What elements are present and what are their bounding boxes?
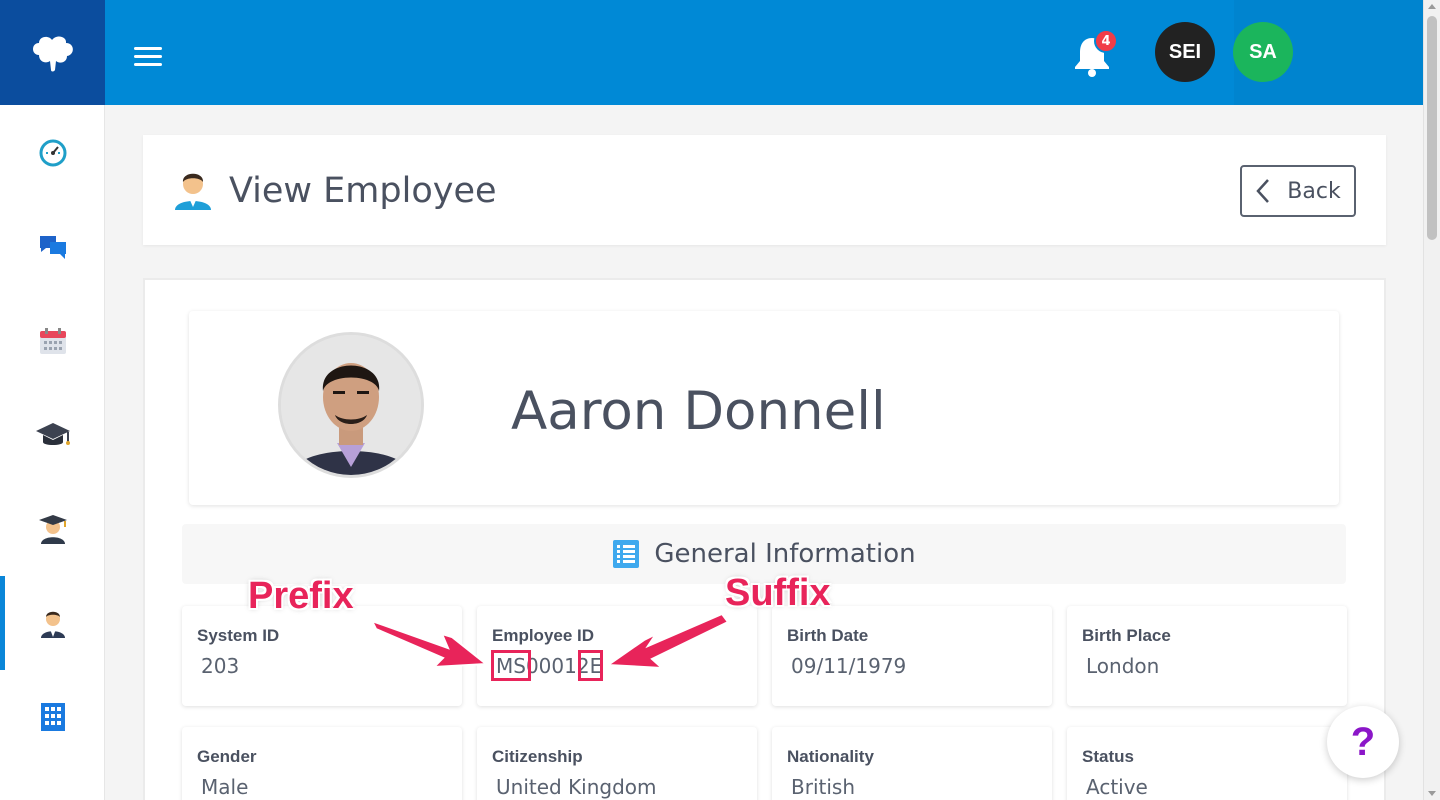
scroll-up-arrow-icon[interactable]	[1428, 4, 1436, 9]
menu-toggle-button[interactable]	[134, 47, 162, 67]
field-value: United Kingdom	[496, 775, 657, 799]
field-birth-place: Birth Place London	[1067, 606, 1347, 706]
field-birth-date: Birth Date 09/11/1979	[772, 606, 1052, 706]
scroll-down-arrow-icon[interactable]	[1428, 791, 1436, 796]
dashboard-gauge-icon	[39, 139, 66, 167]
page-title: View Employee	[229, 171, 497, 211]
scroll-thumb[interactable]	[1427, 16, 1437, 240]
section-title: General Information	[654, 539, 916, 569]
field-value: British	[791, 775, 855, 799]
employee-icon	[40, 611, 65, 638]
building-icon	[40, 703, 65, 731]
sidebar-item-calendar[interactable]	[0, 294, 105, 388]
field-status: Status Active	[1067, 727, 1347, 800]
page-header: View Employee Back	[143, 135, 1386, 245]
employee-name: Aaron Donnell	[511, 381, 886, 442]
suffix-annotation-label: Suffix	[725, 572, 831, 614]
chat-bubbles-icon	[39, 236, 66, 259]
field-citizenship: Citizenship United Kingdom	[477, 727, 757, 800]
sidebar-item-organization[interactable]	[0, 670, 105, 764]
employee-icon	[175, 173, 211, 210]
field-value: 203	[201, 654, 240, 678]
field-value: Male	[201, 775, 249, 799]
user-avatar-sa[interactable]: SA	[1233, 22, 1293, 82]
brain-logo-icon	[32, 35, 73, 71]
app-logo[interactable]	[0, 0, 105, 105]
user-avatar-sei[interactable]: SEI	[1155, 22, 1215, 82]
field-label: Status	[1082, 747, 1134, 766]
sidebar-item-employees[interactable]	[0, 576, 105, 670]
field-value: Active	[1086, 775, 1148, 799]
back-button[interactable]: Back	[1240, 165, 1356, 217]
notification-badge: 4	[1094, 29, 1118, 53]
sidebar-item-dashboard[interactable]	[0, 106, 105, 200]
suffix-highlight-box	[578, 650, 603, 681]
top-bar	[105, 0, 1423, 105]
employee-portrait-icon	[281, 335, 421, 475]
sidebar-item-messages[interactable]	[0, 200, 105, 294]
page-scrollbar[interactable]	[1423, 0, 1440, 800]
field-label: Gender	[197, 747, 257, 766]
student-icon	[38, 515, 67, 544]
graduation-cap-icon	[35, 423, 70, 445]
back-button-label: Back	[1287, 178, 1341, 204]
help-button[interactable]: ?	[1327, 706, 1399, 778]
employee-photo	[278, 332, 424, 478]
field-label: Citizenship	[492, 747, 583, 766]
field-gender: Gender Male	[182, 727, 462, 800]
calendar-icon	[39, 328, 66, 354]
sidebar-item-courses[interactable]	[0, 388, 105, 482]
hamburger-icon	[134, 47, 162, 50]
sidebar	[0, 0, 105, 800]
field-system-id: System ID 203	[182, 606, 462, 706]
profile-card: Aaron Donnell	[189, 311, 1339, 505]
field-label: Employee ID	[492, 626, 595, 645]
field-label: System ID	[197, 626, 280, 645]
field-label: Birth Date	[787, 626, 869, 645]
field-label: Nationality	[787, 747, 874, 766]
list-icon	[613, 540, 640, 568]
prefix-highlight-box	[491, 650, 531, 681]
field-value: London	[1086, 654, 1160, 678]
field-value: 09/11/1979	[791, 654, 907, 678]
field-label: Birth Place	[1082, 626, 1171, 645]
sidebar-item-students[interactable]	[0, 482, 105, 576]
prefix-annotation-label: Prefix	[248, 575, 354, 617]
chevron-left-icon	[1256, 179, 1270, 203]
field-nationality: Nationality British	[772, 727, 1052, 800]
